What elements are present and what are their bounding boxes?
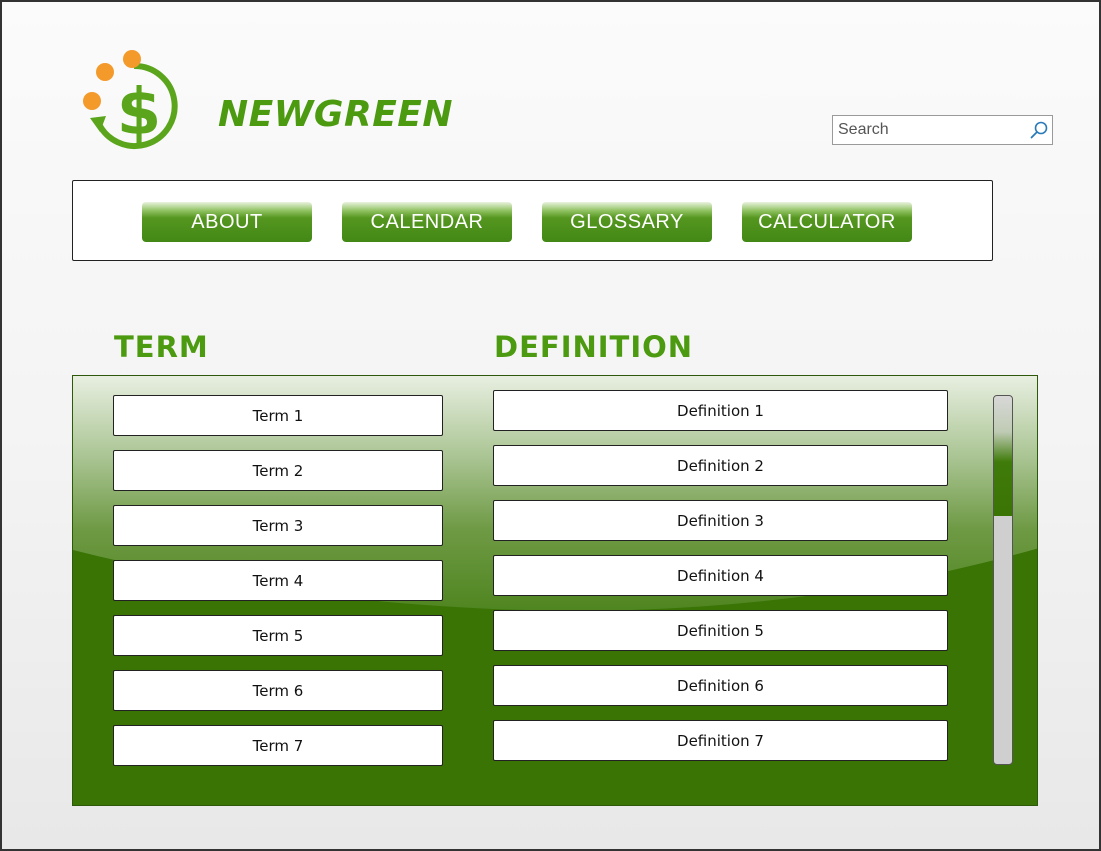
search-input[interactable]: [833, 116, 1028, 144]
term-item[interactable]: Term 3: [113, 505, 443, 546]
search-box[interactable]: [832, 115, 1053, 145]
definition-item[interactable]: Definition 4: [493, 555, 948, 596]
nav-calendar-button[interactable]: CALENDAR: [342, 202, 512, 242]
scrollbar-track[interactable]: [993, 395, 1013, 765]
brand-name: NEWGREEN: [218, 94, 454, 135]
term-item[interactable]: Term 7: [113, 725, 443, 766]
nav-about-button[interactable]: ABOUT: [142, 202, 312, 242]
definition-item[interactable]: Definition 7: [493, 720, 948, 761]
term-item[interactable]: Term 5: [113, 615, 443, 656]
term-item[interactable]: Term 1: [113, 395, 443, 436]
definition-item[interactable]: Definition 1: [493, 390, 948, 431]
definition-item[interactable]: Definition 3: [493, 500, 948, 541]
page-frame: $ NEWGREEN ABOUT CALENDAR GLOSSARY CALCU…: [0, 0, 1101, 851]
scrollbar-thumb[interactable]: [994, 396, 1012, 516]
nav-glossary-button[interactable]: GLOSSARY: [542, 202, 712, 242]
dollar-cycle-icon: $: [83, 50, 178, 150]
definition-item[interactable]: Definition 2: [493, 445, 948, 486]
nav-calculator-button[interactable]: CALCULATOR: [742, 202, 912, 242]
main-nav: ABOUT CALENDAR GLOSSARY CALCULATOR: [72, 180, 993, 261]
term-item[interactable]: Term 6: [113, 670, 443, 711]
search-icon[interactable]: [1029, 120, 1049, 140]
glossary-panel: Term 1 Term 2 Term 3 Term 4 Term 5 Term …: [72, 375, 1038, 806]
definition-heading: DEFINITION: [494, 330, 694, 364]
svg-text:$: $: [117, 76, 162, 150]
term-heading: TERM: [114, 330, 209, 364]
definition-item[interactable]: Definition 6: [493, 665, 948, 706]
term-item[interactable]: Term 2: [113, 450, 443, 491]
term-item[interactable]: Term 4: [113, 560, 443, 601]
definition-item[interactable]: Definition 5: [493, 610, 948, 651]
